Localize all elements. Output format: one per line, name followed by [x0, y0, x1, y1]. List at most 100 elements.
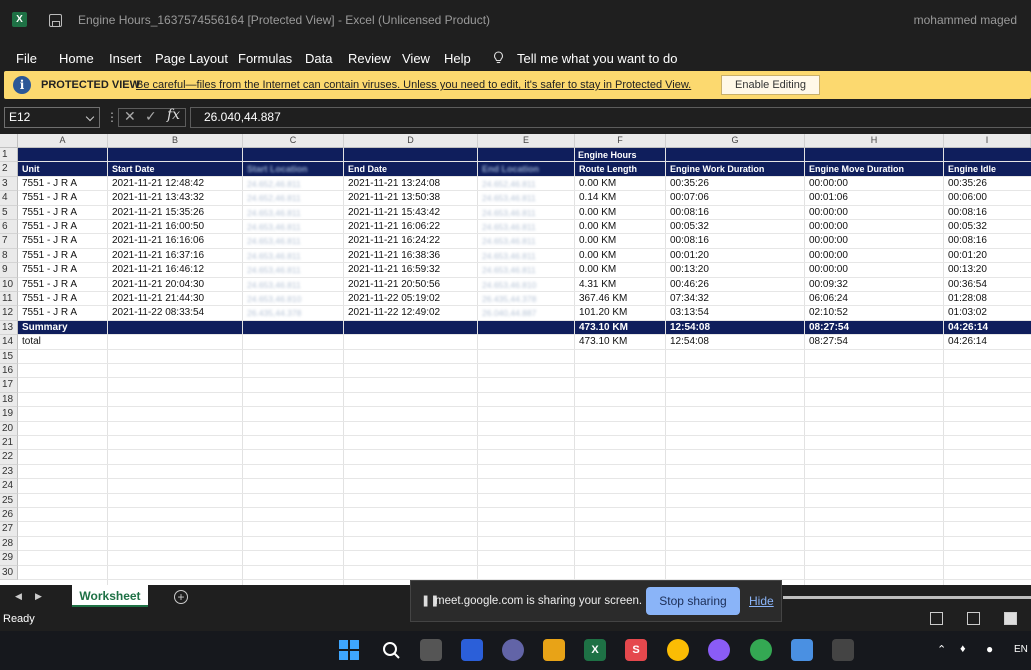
data-cell[interactable]: 2021-11-21 13:43:32 [112, 191, 204, 205]
total-cell[interactable]: 08:27:54 [809, 335, 848, 349]
column-header-b[interactable]: B [108, 134, 243, 148]
data-cell[interactable]: 00:08:16 [670, 234, 709, 248]
header-cell[interactable]: Engine Move Duration [809, 162, 904, 176]
tell-me-search[interactable]: Tell me what you want to do [517, 51, 677, 66]
data-cell[interactable]: 2021-11-22 08:33:54 [112, 306, 204, 320]
data-cell[interactable]: 2021-11-21 16:38:36 [348, 249, 440, 263]
data-cell[interactable]: 00:36:54 [948, 278, 987, 292]
data-cell[interactable]: 01:28:08 [948, 292, 987, 306]
row-header-30[interactable]: 30 [0, 565, 18, 580]
data-cell[interactable]: 03:13:54 [670, 306, 709, 320]
tab-review[interactable]: Review [348, 51, 391, 66]
cancel-icon[interactable]: ✕ [124, 108, 136, 125]
tab-home[interactable]: Home [59, 51, 94, 66]
protected-view-message[interactable]: Be careful—files from the Internet can c… [136, 79, 691, 91]
column-header-a[interactable]: A [18, 134, 108, 148]
user-name[interactable]: mohammed maged [914, 13, 1017, 27]
data-cell[interactable]: 0.00 KM [579, 206, 616, 220]
data-cell[interactable]: 7551 - J R A [22, 292, 77, 306]
row-header-12[interactable]: 12 [0, 306, 18, 321]
data-cell[interactable]: 00:00:00 [809, 249, 848, 263]
row-header-1[interactable]: 1 [0, 148, 18, 163]
location-cell[interactable]: 24.652,46.811 [247, 191, 301, 205]
data-cell[interactable]: 7551 - J R A [22, 234, 77, 248]
windows-start-icon[interactable] [338, 639, 360, 661]
data-cell[interactable]: 2021-11-21 20:04:30 [112, 278, 204, 292]
header-cell[interactable]: Unit [22, 162, 40, 176]
location-cell[interactable]: 24.653,46.811 [247, 278, 301, 292]
data-cell[interactable]: 00:08:16 [948, 206, 987, 220]
row-header-27[interactable]: 27 [0, 522, 18, 537]
data-cell[interactable]: 2021-11-21 16:16:06 [112, 234, 204, 248]
row-header-13[interactable]: 13 [0, 320, 18, 336]
tab-page-layout[interactable]: Page Layout [155, 51, 228, 66]
chevron-up-icon[interactable]: ⌃ [937, 643, 946, 656]
chrome-icon[interactable] [667, 639, 689, 661]
summary-cell[interactable]: Summary [22, 321, 68, 335]
insert-function-icon[interactable]: fx [167, 107, 180, 123]
tab-insert[interactable]: Insert [109, 51, 142, 66]
column-header-i[interactable]: I [944, 134, 1031, 148]
location-cell[interactable]: 24.653,46.811 [247, 249, 301, 263]
data-cell[interactable]: 00:13:20 [670, 263, 709, 277]
microphone-icon[interactable]: ● [986, 642, 993, 656]
data-cell[interactable]: 2021-11-21 15:35:26 [112, 206, 204, 220]
data-cell[interactable]: 00:01:20 [948, 249, 987, 263]
data-cell[interactable]: 0.00 KM [579, 234, 616, 248]
data-cell[interactable]: 00:06:00 [948, 191, 987, 205]
location-cell[interactable]: 24.653,46.811 [482, 191, 536, 205]
column-header-e[interactable]: E [478, 134, 575, 148]
formula-input[interactable]: 26.040,44.887 [190, 107, 1031, 128]
data-cell[interactable]: 00:09:32 [809, 278, 848, 292]
data-cell[interactable]: 07:34:32 [670, 292, 709, 306]
row-header-19[interactable]: 19 [0, 407, 18, 422]
location-cell[interactable]: 24.653,46.811 [247, 263, 301, 277]
row-header-16[interactable]: 16 [0, 364, 18, 379]
location-cell[interactable]: 24.653,46.811 [247, 206, 301, 220]
tab-file[interactable]: File [16, 51, 37, 66]
tab-formulas[interactable]: Formulas [238, 51, 292, 66]
header-cell[interactable]: End Date [348, 162, 387, 176]
data-cell[interactable]: 00:46:26 [670, 278, 709, 292]
row-header-26[interactable]: 26 [0, 508, 18, 523]
total-cell[interactable]: 473.10 KM [579, 335, 627, 349]
row-header-25[interactable]: 25 [0, 493, 18, 508]
select-all-corner[interactable] [0, 134, 18, 148]
location-cell[interactable]: 24.653,46.811 [482, 206, 536, 220]
row-header-23[interactable]: 23 [0, 464, 18, 480]
horizontal-scrollbar[interactable] [783, 596, 1031, 599]
data-cell[interactable]: 0.00 KM [579, 177, 616, 191]
data-cell[interactable]: 2021-11-21 15:43:42 [348, 206, 440, 220]
location-cell[interactable]: 24.653,46.811 [482, 263, 536, 277]
snipping-tool-icon[interactable] [832, 639, 854, 661]
header-cell[interactable]: Route Length [579, 162, 637, 176]
row-header-5[interactable]: 5 [0, 205, 18, 220]
data-cell[interactable]: 0.00 KM [579, 249, 616, 263]
data-cell[interactable]: 7551 - J R A [22, 191, 77, 205]
notepad-icon[interactable] [791, 639, 813, 661]
data-cell[interactable]: 2021-11-21 16:06:22 [348, 220, 440, 234]
data-cell[interactable]: 00:13:20 [948, 263, 987, 277]
data-cell[interactable]: 7551 - J R A [22, 177, 77, 191]
row-header-18[interactable]: 18 [0, 392, 18, 408]
data-cell[interactable]: 2021-11-22 05:19:02 [348, 292, 440, 306]
row-header-4[interactable]: 4 [0, 191, 18, 206]
row-header-20[interactable]: 20 [0, 421, 18, 436]
row-header-24[interactable]: 24 [0, 479, 18, 494]
row-header-11[interactable]: 11 [0, 292, 18, 307]
summary-cell[interactable]: 12:54:08 [670, 321, 710, 335]
normal-view-icon[interactable] [930, 612, 943, 625]
excel-taskbar-icon[interactable]: X [584, 639, 606, 661]
column-header-c[interactable]: C [243, 134, 344, 148]
column-header-d[interactable]: D [344, 134, 478, 148]
data-cell[interactable]: 0.14 KM [579, 191, 616, 205]
row-header-21[interactable]: 21 [0, 436, 18, 451]
location-cell[interactable]: 24.652,46.811 [247, 177, 301, 191]
data-cell[interactable]: 00:00:00 [809, 206, 848, 220]
next-sheet-icon[interactable]: ▶ [35, 591, 42, 602]
row-header-14[interactable]: 14 [0, 335, 18, 350]
location-cell[interactable]: 24.653,46.811 [247, 220, 301, 234]
stop-sharing-button[interactable]: Stop sharing [646, 587, 740, 615]
row-header-9[interactable]: 9 [0, 263, 18, 278]
data-cell[interactable]: 01:03:02 [948, 306, 987, 320]
